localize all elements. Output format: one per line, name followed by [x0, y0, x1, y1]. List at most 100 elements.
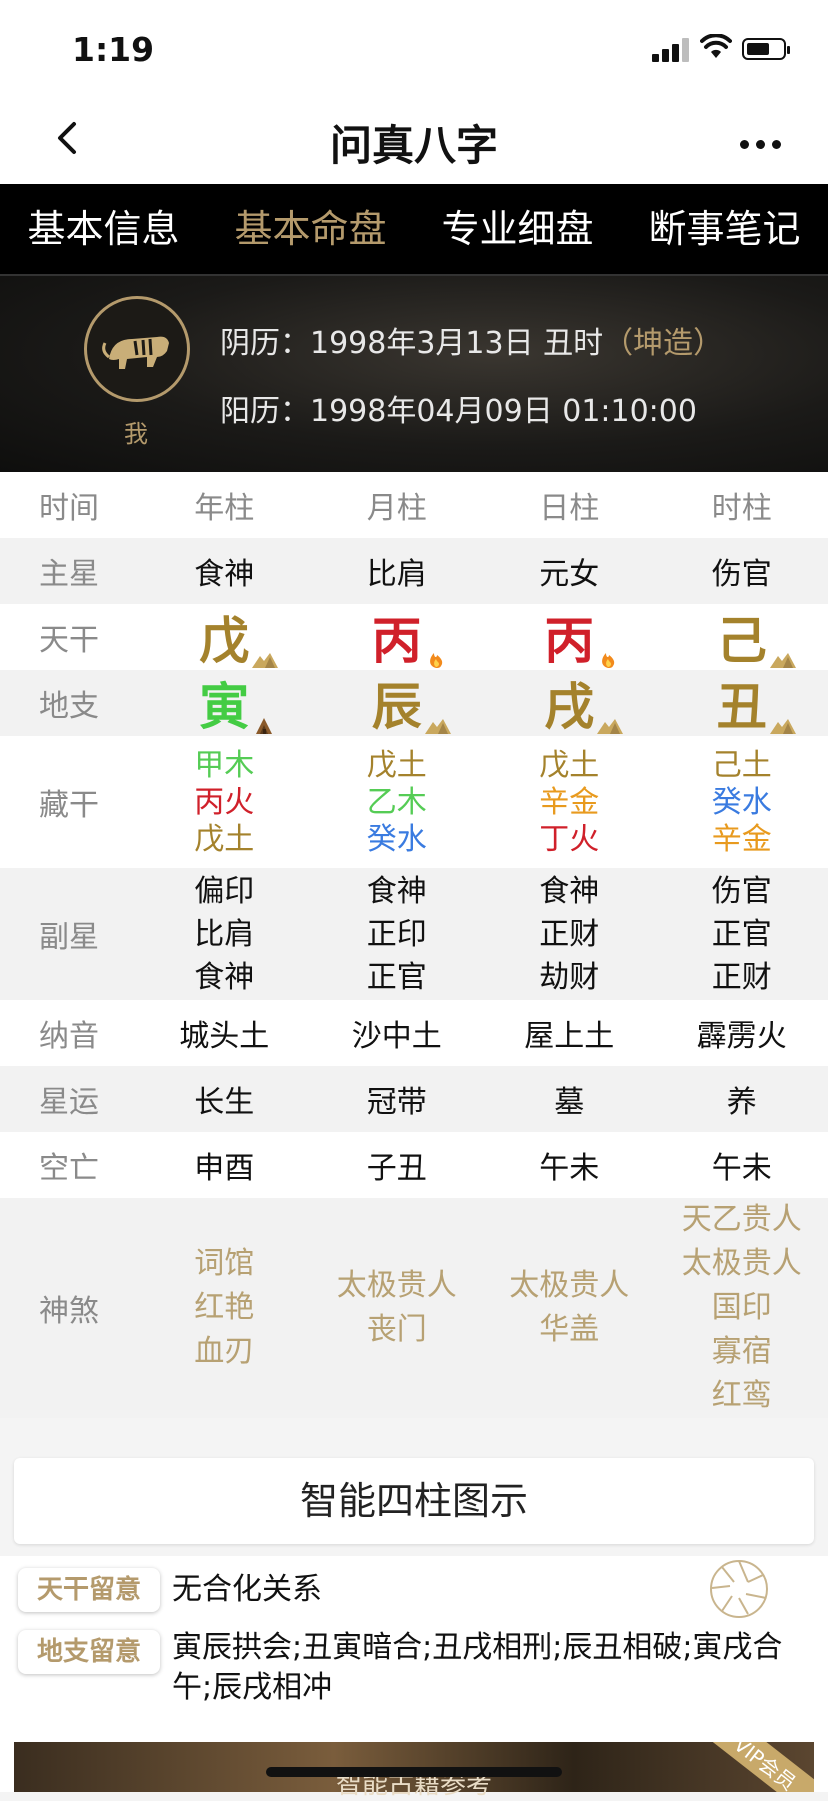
stack-line: 甲木 — [138, 747, 311, 784]
stack-line: 偏印 — [138, 870, 311, 913]
page-title: 问真八字 — [0, 112, 828, 173]
stack-cell: 太极贵人华盖 — [483, 1264, 656, 1352]
pillar-cell: 己 — [656, 601, 828, 673]
stack-cell: 偏印比肩食神 — [138, 870, 311, 999]
nayin-row: 纳音 城头土 沙中土 屋上土 霹雳火 — [0, 1000, 828, 1066]
row-label: 主星 — [0, 549, 138, 593]
table-cell: 城头土 — [138, 1011, 311, 1055]
stack-cell: 戊土乙木癸水 — [311, 747, 484, 858]
status-bar: 1:19 — [0, 0, 828, 92]
aperture-icon[interactable] — [708, 1558, 770, 1620]
stem-attention-badge: 天干留意 — [18, 1568, 160, 1612]
stack-line: 太极贵人 — [483, 1264, 656, 1308]
stack-line: 辛金 — [656, 821, 828, 858]
stack-line: 寡宿 — [656, 1330, 828, 1374]
pillar-cell: 寅 — [138, 667, 311, 739]
pillar-character: 戊 — [199, 601, 249, 673]
solar-date: 阳历：1998年04月09日 01:10:00 — [220, 386, 697, 430]
table-cell: 伤官 — [656, 549, 828, 593]
stack-line: 食神 — [483, 870, 656, 913]
stack-line: 癸水 — [656, 784, 828, 821]
stack-line: 红艳 — [138, 1286, 311, 1330]
earth-element-icon — [251, 649, 279, 669]
stack-cell: 甲木丙火戊土 — [138, 747, 311, 858]
pillar-character: 丑 — [717, 667, 767, 739]
earth-element-icon — [769, 715, 797, 735]
more-options-icon[interactable] — [740, 134, 788, 153]
table-header-row: 时间 年柱 月柱 日柱 时柱 — [0, 472, 828, 538]
pillar-character: 丙 — [372, 601, 422, 673]
pillar-cell: 丑 — [656, 667, 828, 739]
pillar-character: 寅 — [199, 667, 249, 739]
pillar-cell: 戊 — [138, 601, 311, 673]
hidden-stems-row: 藏干 甲木丙火戊土戊土乙木癸水戊土辛金丁火己土癸水辛金 — [0, 736, 828, 868]
hidden-stem-cells: 甲木丙火戊土戊土乙木癸水戊土辛金丁火己土癸水辛金 — [138, 747, 828, 858]
stem-attention-text: 无合化关系 — [172, 1570, 322, 1610]
pillar-cell: 丙 — [311, 601, 484, 673]
stack-line: 辛金 — [483, 784, 656, 821]
table-cell: 沙中土 — [311, 1011, 484, 1055]
table-cell: 霹雳火 — [656, 1011, 828, 1055]
stack-line: 伤官 — [656, 870, 828, 913]
table-cell: 屋上土 — [483, 1011, 656, 1055]
table-cell: 元女 — [483, 549, 656, 593]
stack-line: 丙火 — [138, 784, 311, 821]
battery-icon — [742, 38, 786, 60]
lunar-date-text: 阴历：1998年3月13日 丑时 — [220, 326, 603, 361]
stack-cell: 太极贵人丧门 — [311, 1264, 484, 1352]
stack-cell: 食神正财劫财 — [483, 870, 656, 999]
col-day: 日柱 — [483, 483, 656, 527]
stack-line: 正财 — [656, 956, 828, 999]
stack-line: 比肩 — [138, 913, 311, 956]
navigation-bar: 问真八字 — [0, 92, 828, 184]
earthly-branch-cells: 寅辰戌丑 — [138, 667, 828, 739]
vip-label: VIP会员 — [704, 1742, 814, 1792]
self-label: 我 — [124, 414, 148, 449]
lunar-date: 阴历：1998年3月13日 丑时（坤造） — [220, 318, 723, 362]
col-month: 月柱 — [311, 483, 484, 527]
stack-line: 正印 — [311, 913, 484, 956]
stack-line: 乙木 — [311, 784, 484, 821]
pillar-character: 辰 — [372, 667, 422, 739]
smart-pillars-button[interactable]: 智能四柱图示 — [14, 1458, 814, 1544]
earthly-branch-row: 地支 寅辰戌丑 — [0, 670, 828, 736]
home-indicator — [266, 1767, 562, 1777]
wood-element-icon — [251, 715, 279, 735]
pillar-cell: 丙 — [483, 601, 656, 673]
stack-cell: 己土癸水辛金 — [656, 747, 828, 858]
tab-basic-info[interactable]: 基本信息 — [0, 184, 207, 274]
col-hour: 时柱 — [656, 483, 828, 527]
table-cell: 比肩 — [311, 549, 484, 593]
table-cell: 申酉 — [138, 1143, 311, 1187]
tab-basic-chart[interactable]: 基本命盘 — [207, 184, 414, 274]
pillar-cell: 戌 — [483, 667, 656, 739]
table-cell: 午未 — [656, 1143, 828, 1187]
branch-attention-badge: 地支留意 — [18, 1630, 160, 1674]
row-label: 空亡 — [0, 1143, 138, 1187]
stack-line: 天乙贵人 — [656, 1198, 828, 1242]
table-cell: 长生 — [138, 1077, 311, 1121]
stack-cell: 伤官正官正财 — [656, 870, 828, 999]
pillar-character: 丙 — [544, 601, 594, 673]
stack-line: 红鸾 — [656, 1374, 828, 1418]
row-label: 天干 — [0, 615, 138, 659]
pillar-character: 己 — [717, 601, 767, 673]
fire-element-icon — [424, 649, 452, 669]
fire-element-icon — [596, 649, 624, 669]
shensha-row: 神煞 词馆红艳血刃太极贵人丧门太极贵人华盖天乙贵人太极贵人国印寡宿红鸾 — [0, 1198, 828, 1418]
tab-notes[interactable]: 断事笔记 — [621, 184, 828, 274]
bazi-table: 时间 年柱 月柱 日柱 时柱 主星 食神 比肩 元女 伤官 天干 戊丙丙己 地支… — [0, 472, 828, 1418]
stack-line: 食神 — [311, 870, 484, 913]
gender-tag: （坤造） — [603, 326, 723, 361]
row-label: 神煞 — [0, 1286, 138, 1330]
void-row: 空亡 申酉 子丑 午未 午未 — [0, 1132, 828, 1198]
star-luck-row: 星运 长生 冠带 墓 养 — [0, 1066, 828, 1132]
tab-professional-detail[interactable]: 专业细盘 — [414, 184, 621, 274]
stack-line: 癸水 — [311, 821, 484, 858]
profile-banner: 我 阴历：1998年3月13日 丑时（坤造） 阳历：1998年04月09日 01… — [0, 276, 828, 472]
stack-line: 劫财 — [483, 956, 656, 999]
shensha-cells: 词馆红艳血刃太极贵人丧门太极贵人华盖天乙贵人太极贵人国印寡宿红鸾 — [138, 1198, 828, 1418]
stack-line: 正官 — [656, 913, 828, 956]
pillar-character: 戌 — [544, 667, 594, 739]
tiger-zodiac-icon[interactable] — [84, 296, 190, 402]
